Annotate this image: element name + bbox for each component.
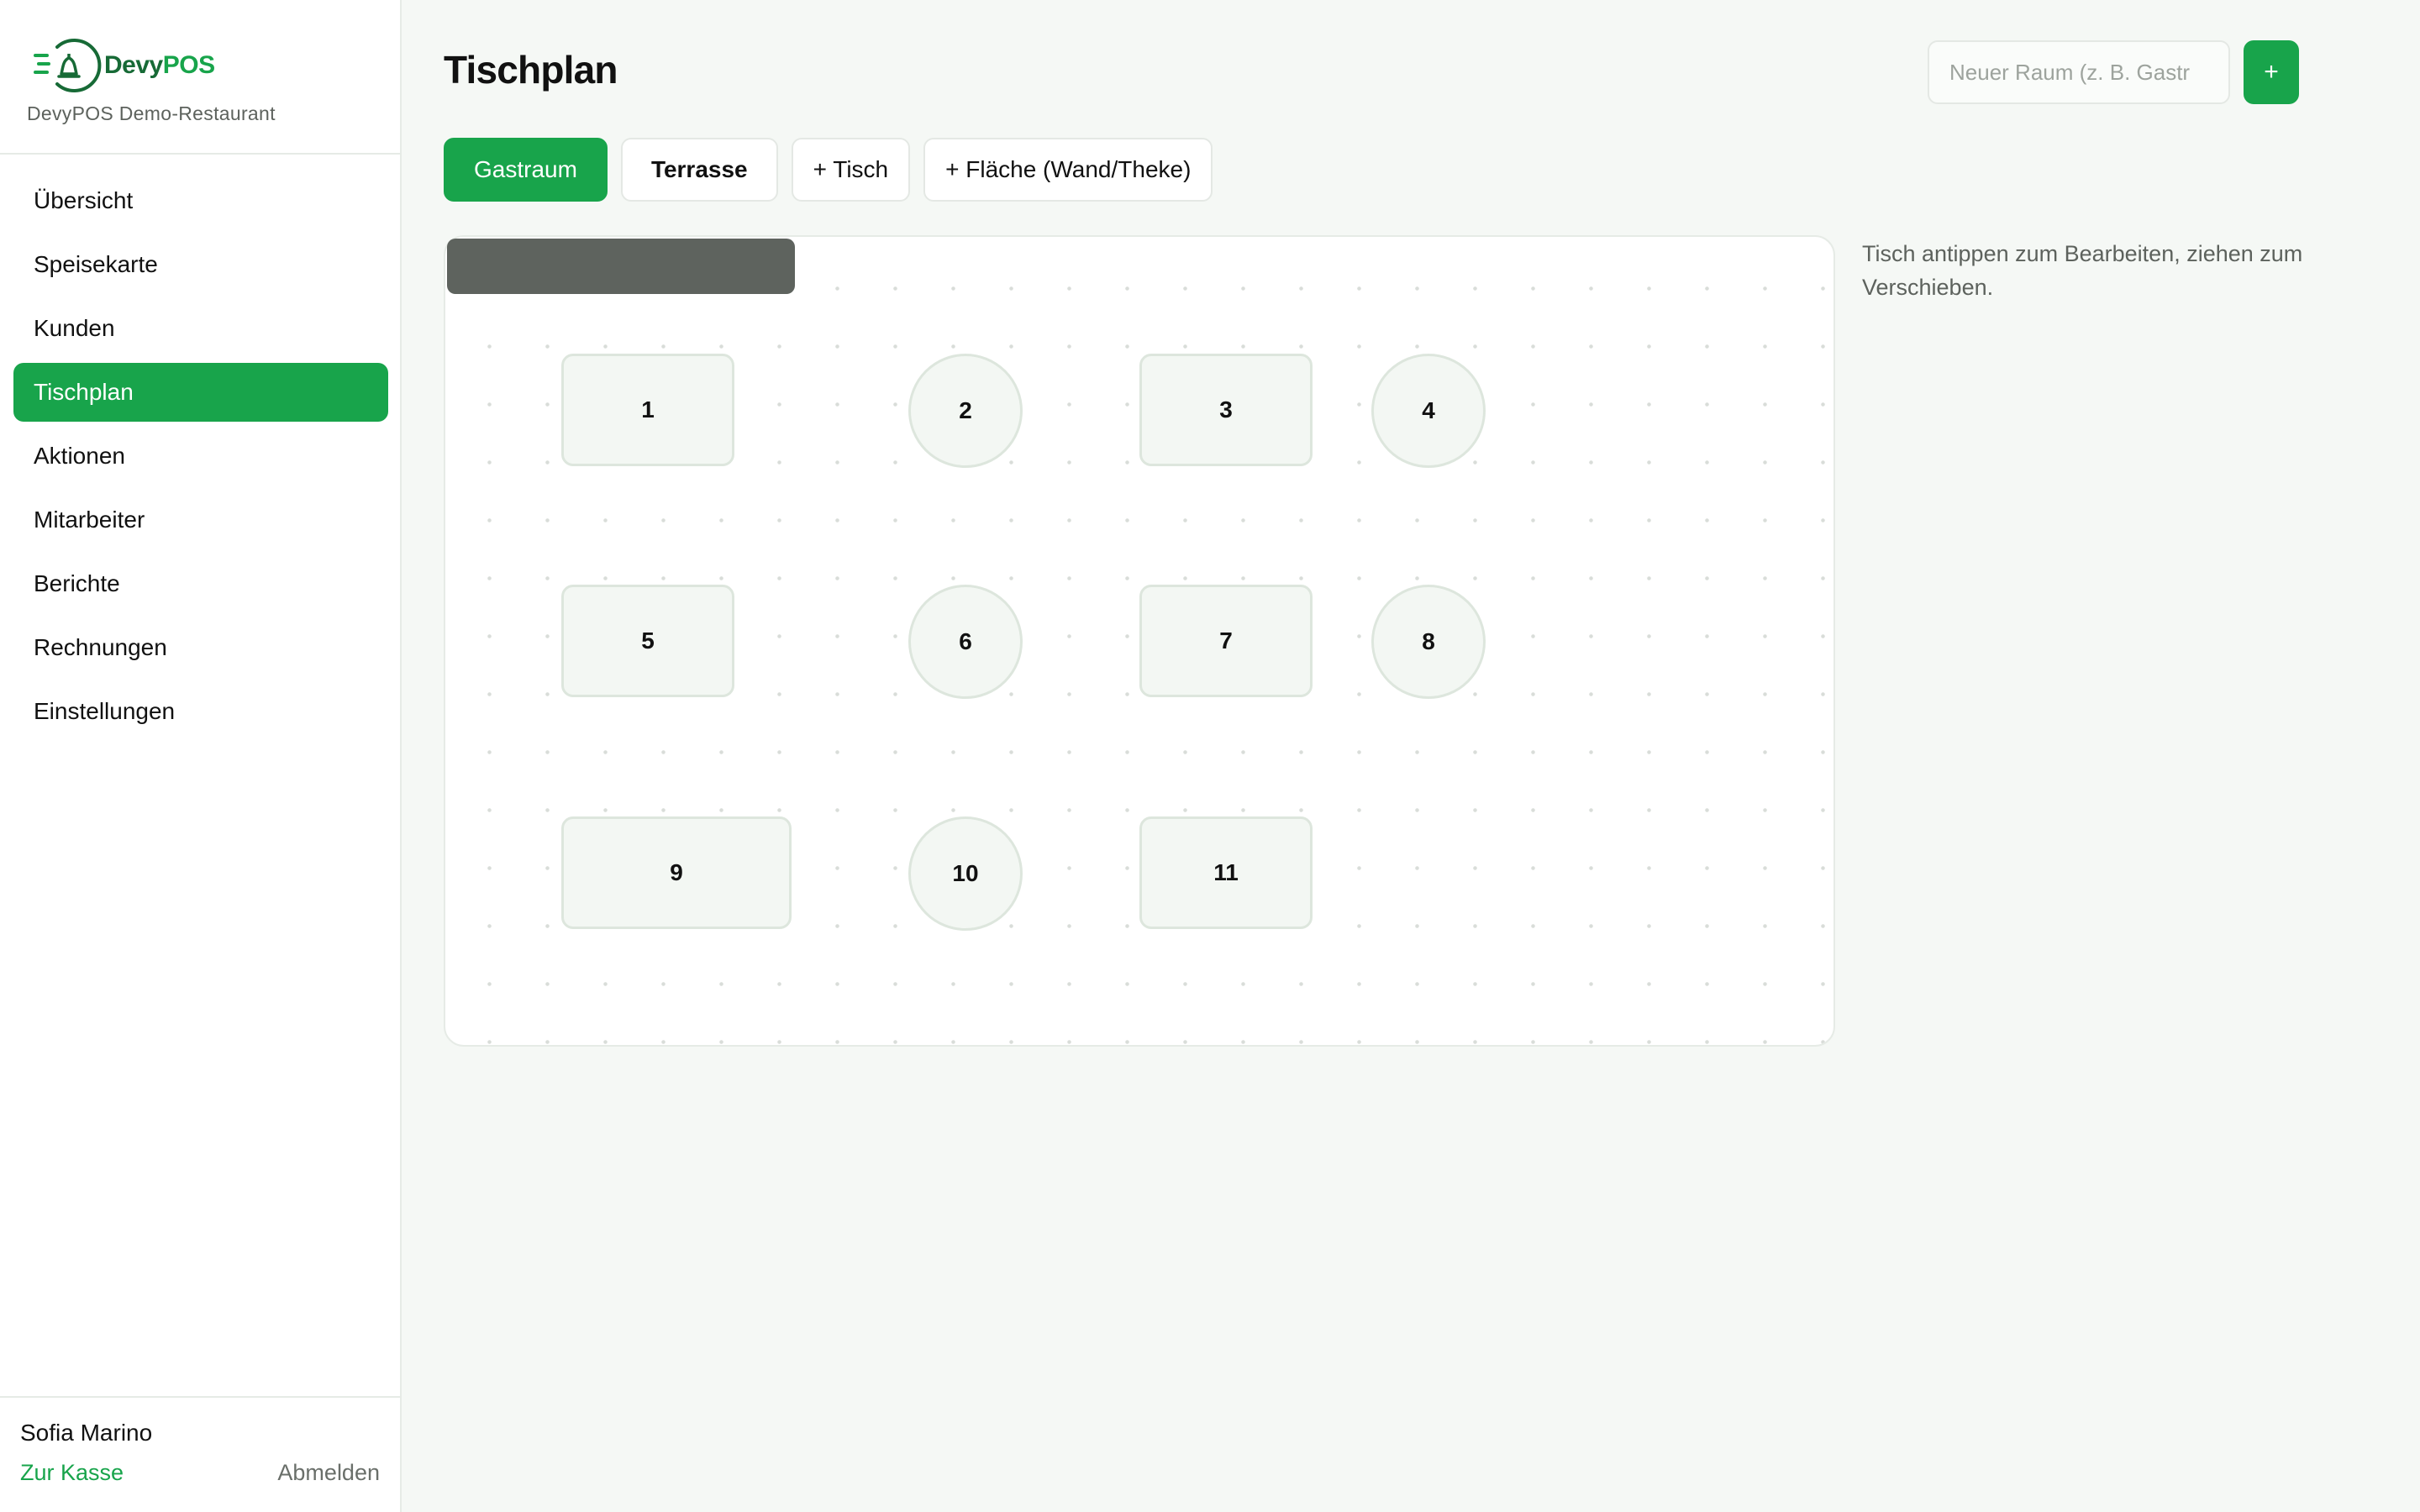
bell-logo-icon xyxy=(34,39,102,92)
new-room-input[interactable] xyxy=(1928,40,2230,104)
tab-terrasse[interactable]: Terrasse xyxy=(620,138,778,202)
user-name: Sofia Marino xyxy=(20,1420,153,1446)
table-7[interactable]: 7 xyxy=(1139,585,1313,697)
floor-plan-canvas[interactable]: 1 2 3 4 5 6 7 8 9 10 11 xyxy=(444,235,1835,1047)
floor-plan-hint: Tisch antippen zum Bearbeiten, ziehen zu… xyxy=(1862,241,2303,300)
table-11[interactable]: 11 xyxy=(1139,816,1313,929)
sidebar-item-berichte[interactable]: Berichte xyxy=(13,554,388,613)
sidebar-item-einstellungen[interactable]: Einstellungen xyxy=(13,682,388,741)
restaurant-name: DevyPOS Demo-Restaurant xyxy=(27,102,276,124)
add-table-button[interactable]: + Tisch xyxy=(791,138,911,202)
to-pos-link[interactable]: Zur Kasse xyxy=(20,1460,124,1486)
sidebar-item-rechnungen[interactable]: Rechnungen xyxy=(13,618,388,677)
sidebar-item-mitarbeiter[interactable]: Mitarbeiter xyxy=(13,491,388,549)
room-tabs: Gastraum Terrasse + Tisch + Fläche (Wand… xyxy=(444,138,1213,202)
sidebar-item-aktionen[interactable]: Aktionen xyxy=(13,427,388,486)
logo-text-accent: POS xyxy=(162,51,215,79)
logo-text-primary: Devy xyxy=(104,51,163,79)
sidebar-item-speisekarte[interactable]: Speisekarte xyxy=(13,235,388,294)
wall-area[interactable] xyxy=(447,239,795,294)
table-1[interactable]: 1 xyxy=(561,354,734,466)
table-5[interactable]: 5 xyxy=(561,585,734,697)
brand-header: DevyPOS DevyPOS Demo-Restaurant xyxy=(0,0,400,155)
page-title: Tischplan xyxy=(444,48,618,92)
sidebar: DevyPOS DevyPOS Demo-Restaurant Übersich… xyxy=(0,0,402,1512)
table-2[interactable]: 2 xyxy=(908,354,1023,468)
sidebar-item-kunden[interactable]: Kunden xyxy=(13,299,388,358)
add-area-button[interactable]: + Fläche (Wand/Theke) xyxy=(923,138,1213,202)
table-4[interactable]: 4 xyxy=(1371,354,1486,468)
table-8[interactable]: 8 xyxy=(1371,585,1486,699)
devypos-logo: DevyPOS xyxy=(32,35,215,96)
table-6[interactable]: 6 xyxy=(908,585,1023,699)
table-10[interactable]: 10 xyxy=(908,816,1023,931)
sidebar-item-tischplan[interactable]: Tischplan xyxy=(13,363,388,422)
table-3[interactable]: 3 xyxy=(1139,354,1313,466)
table-9[interactable]: 9 xyxy=(561,816,792,929)
add-room-button[interactable]: + xyxy=(2244,40,2299,104)
sidebar-item-uebersicht[interactable]: Übersicht xyxy=(13,171,388,230)
user-panel: Sofia Marino Zur Kasse Abmelden xyxy=(0,1396,400,1512)
tab-gastraum[interactable]: Gastraum xyxy=(444,138,608,202)
logout-link[interactable]: Abmelden xyxy=(277,1460,380,1486)
sidebar-nav: Übersicht Speisekarte Kunden Tischplan A… xyxy=(13,171,388,746)
app-window: DevyPOS DevyPOS Demo-Restaurant Übersich… xyxy=(0,0,2420,1512)
